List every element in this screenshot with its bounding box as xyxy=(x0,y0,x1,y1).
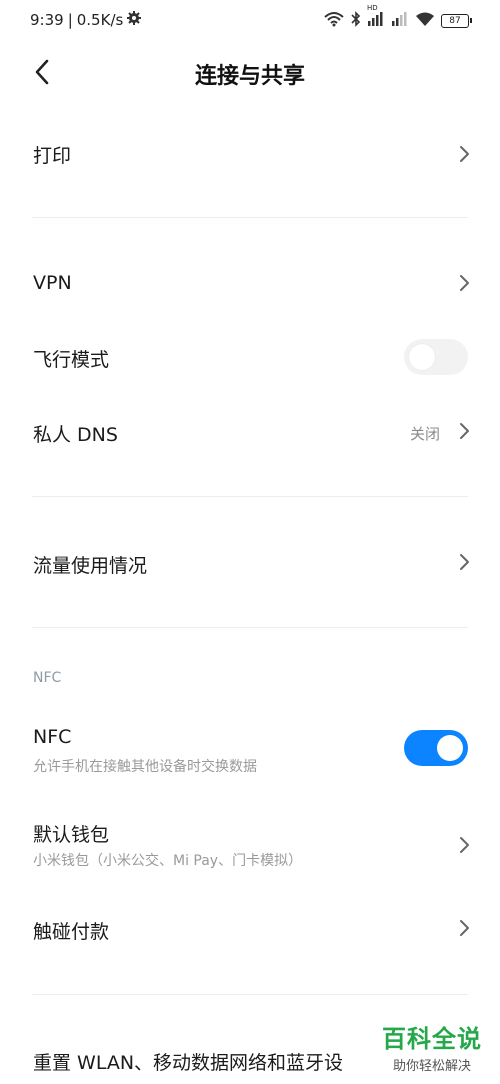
page-title: 连接与共享 xyxy=(194,64,305,89)
wifi-hotspot-icon xyxy=(323,11,345,30)
default-wallet-row[interactable]: 默认钱包 小米钱包（小米公交、Mi Pay、门卡模拟） xyxy=(0,812,500,876)
private-dns-row[interactable]: 私人 DNS 关闭 xyxy=(0,405,500,459)
bluetooth-icon xyxy=(351,11,361,30)
airplane-mode-label: 飞行模式 xyxy=(33,349,110,371)
nfc-label: NFC xyxy=(33,726,72,748)
status-speed: 0.5K/s xyxy=(76,11,124,29)
watermark-title: 百科全说 xyxy=(382,1025,482,1053)
airplane-mode-toggle[interactable] xyxy=(404,339,468,375)
nfc-toggle[interactable] xyxy=(404,730,468,766)
print-label: 打印 xyxy=(33,145,72,167)
status-time: 9:39 xyxy=(30,11,64,29)
default-wallet-description: 小米钱包（小米公交、Mi Pay、门卡模拟） xyxy=(33,853,303,869)
airplane-mode-row[interactable]: 飞行模式 xyxy=(0,330,500,386)
status-bar: 9:39 | 0.5K/s HD 87 xyxy=(0,0,500,40)
header: 连接与共享 xyxy=(0,50,500,96)
reset-network-label: 重置 WLAN、移动数据网络和蓝牙设 xyxy=(33,1052,344,1074)
signal-icon xyxy=(391,12,409,29)
chevron-right-icon xyxy=(460,920,469,936)
signal-hd-icon: HD xyxy=(367,4,385,29)
divider xyxy=(32,627,468,628)
data-usage-label: 流量使用情况 xyxy=(33,555,148,577)
nfc-section-title: NFC xyxy=(33,670,62,686)
chevron-right-icon xyxy=(460,554,469,570)
print-row[interactable]: 打印 xyxy=(0,128,500,182)
tap-pay-label: 触碰付款 xyxy=(33,921,110,943)
private-dns-label: 私人 DNS xyxy=(33,424,118,446)
divider xyxy=(32,496,468,497)
status-separator: | xyxy=(67,11,73,29)
watermark-logo: 百科全说 助你轻松解决 xyxy=(378,1017,486,1076)
private-dns-value: 关闭 xyxy=(409,425,440,443)
chevron-right-icon xyxy=(460,423,469,439)
status-left: 9:39 | 0.5K/s xyxy=(30,11,142,29)
battery-level: 87 xyxy=(441,13,469,28)
chevron-right-icon xyxy=(460,146,469,162)
nfc-description: 允许手机在接触其他设备时交换数据 xyxy=(33,759,257,775)
watermark-subtitle: 助你轻松解决 xyxy=(392,1059,471,1074)
divider xyxy=(32,994,468,995)
vpn-label: VPN xyxy=(33,272,72,294)
data-usage-row[interactable]: 流量使用情况 xyxy=(0,536,500,590)
status-right: HD 87 xyxy=(323,4,472,30)
wifi-icon xyxy=(415,11,435,30)
default-wallet-label: 默认钱包 xyxy=(33,824,110,846)
divider xyxy=(32,217,468,218)
battery-icon: 87 xyxy=(441,13,472,28)
vpn-row[interactable]: VPN xyxy=(0,257,500,311)
settings-gear-icon xyxy=(127,11,142,29)
toggle-knob xyxy=(437,735,463,761)
chevron-right-icon xyxy=(460,275,469,291)
nfc-row[interactable]: NFC 允许手机在接触其他设备时交换数据 xyxy=(0,718,500,782)
tap-pay-row[interactable]: 触碰付款 xyxy=(0,902,500,956)
toggle-knob xyxy=(409,344,435,370)
chevron-right-icon xyxy=(460,837,469,853)
